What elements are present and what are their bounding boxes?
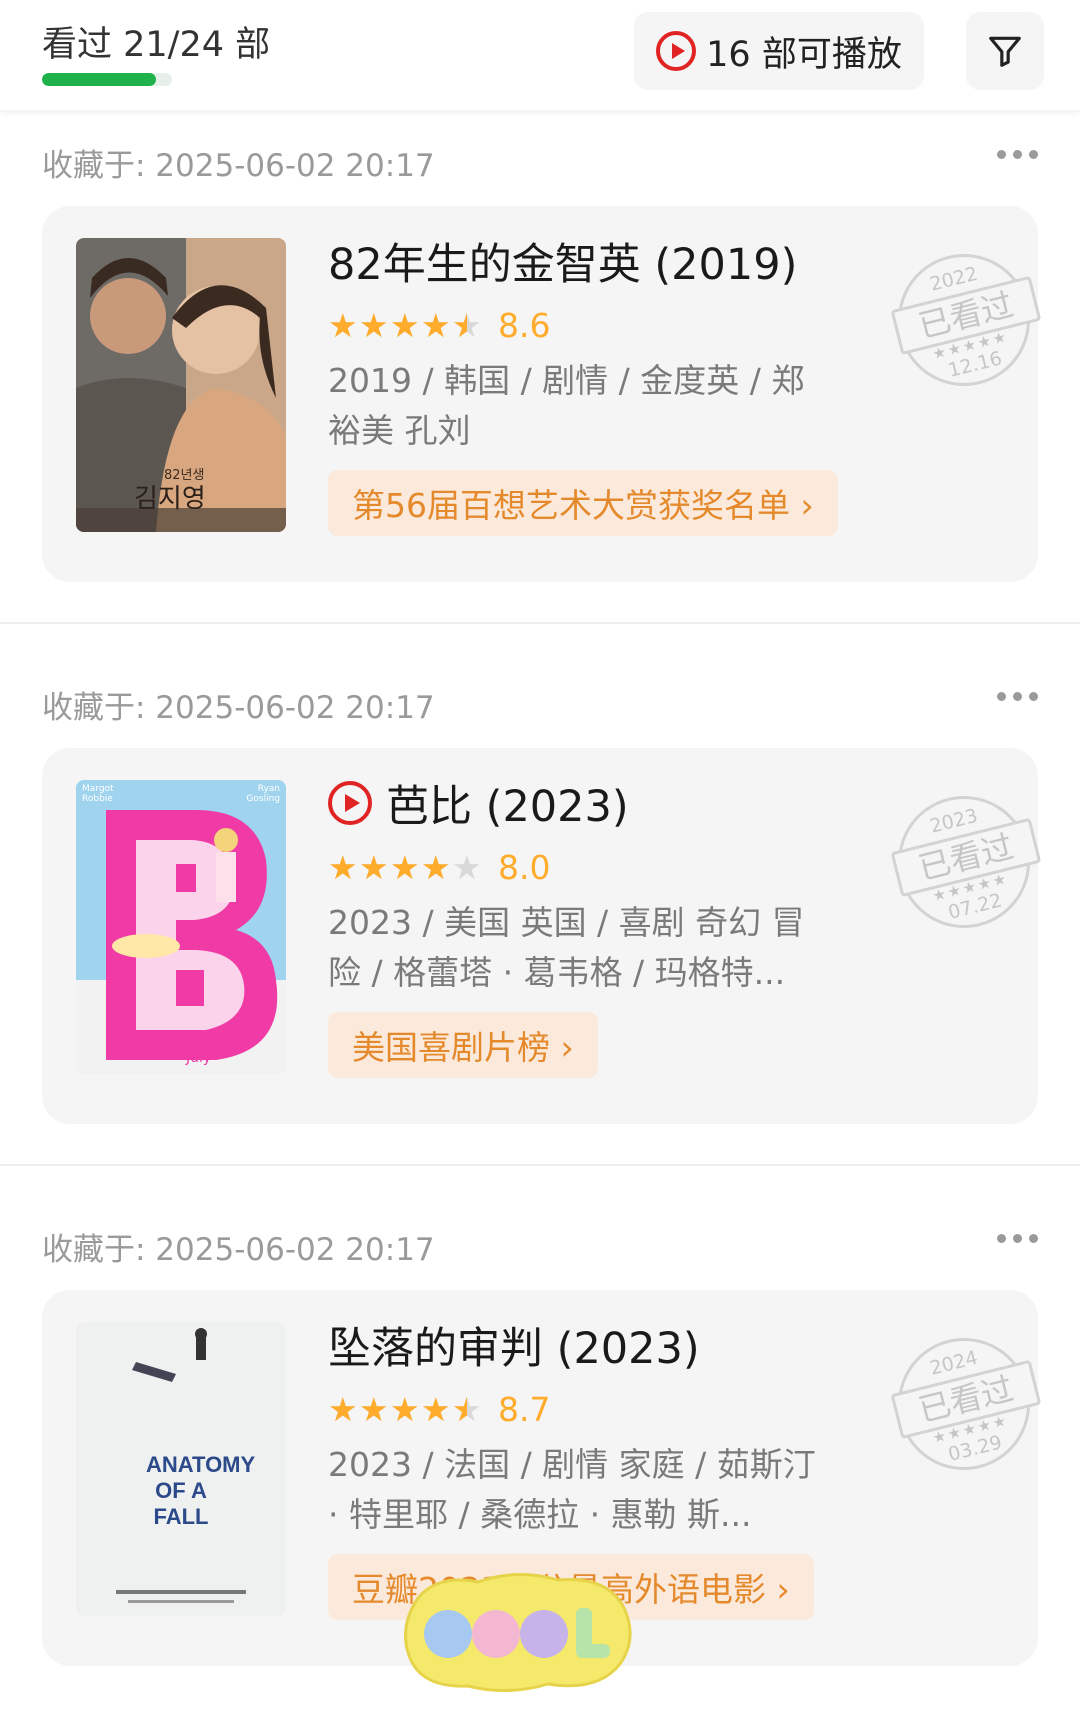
star-icon: ★★ — [421, 1390, 451, 1429]
star-icon: ★★ — [421, 306, 451, 345]
playable-filter-button[interactable]: 16 部可播放 — [634, 12, 924, 90]
star-icon: ★★ — [390, 1390, 420, 1429]
star-icon: ★★ — [452, 306, 482, 345]
movie-poster[interactable]: 82년생 김지영 — [76, 238, 286, 532]
star-icon: ★★ — [452, 1390, 482, 1429]
movie-card[interactable]: Margot Robbie Ryan Gosling July 芭比 (2023… — [42, 748, 1045, 1124]
star-icon: ★★ — [390, 848, 420, 887]
star-icon: ★★ — [359, 848, 389, 887]
movie-title-text: 82年生的金智英 (2019) — [328, 240, 798, 290]
more-options-icon[interactable] — [997, 1234, 1038, 1243]
movie-title[interactable]: 82年生的金智英 (2019) — [328, 230, 797, 292]
movie-title[interactable]: 坠落的审判 (2023) — [328, 1314, 700, 1376]
playable-count-label: 16 部可播放 — [706, 34, 902, 75]
movie-entry: 收藏于: 2025-06-02 20:17 Margot Robbie Ryan… — [0, 652, 1080, 1212]
rating-score: 8.6 — [498, 306, 551, 345]
movie-info: 2023 / 法国 / 剧情 家庭 / 茹斯汀 · 特里耶 / 桑德拉 · 惠勒… — [328, 1445, 816, 1534]
watched-stamp: 2023 已看过 ★★★★★ 07.22 — [883, 781, 1045, 943]
list-tag-button[interactable]: 第56届百想艺术大赏获奖名单 › — [328, 470, 838, 536]
rating-score: 8.7 — [498, 1390, 551, 1429]
rating: ★★★★★★★★★★ 8.0 — [328, 848, 550, 887]
movie-title-text: 芭比 (2023) — [386, 782, 629, 832]
list-tag-button[interactable]: 美国喜剧片榜 › — [328, 1012, 598, 1078]
star-rating: ★★★★★★★★★★ — [328, 309, 482, 342]
divider — [0, 1164, 1080, 1166]
star-icon: ★★ — [421, 848, 451, 887]
poster-title: ANATOMY OF A FALL — [146, 1452, 256, 1529]
play-icon — [656, 31, 697, 71]
watched-stamp: 2022 已看过 ★★★★★ 12.16 — [883, 239, 1045, 401]
watch-count: 看过 21/24 部 — [42, 25, 271, 65]
poster-credit-right: Ryan Gosling — [246, 784, 280, 804]
star-icon: ★★ — [328, 306, 358, 345]
rating: ★ ★ ★ ★ ★ ★ ★ ★ ★ ★ 8.6 — [328, 306, 550, 345]
movie-entry: 收藏于: 2025-06-02 20:17 82년생 김지영 82年生的金智英 … — [0, 110, 1080, 670]
movie-info: 2023 / 美国 英国 / 喜剧 奇幻 冒险 / 格蕾塔 · 葛韦格 / 玛格… — [328, 903, 805, 992]
star-rating: ★★★★★★★★★★ — [328, 851, 482, 884]
poster-credit-left: Margot Robbie — [82, 784, 114, 804]
star-icon: ★★ — [390, 306, 420, 345]
filter-button[interactable] — [966, 12, 1044, 90]
movie-card[interactable]: 82년생 김지영 82年生的金智英 (2019) ★ ★ ★ ★ ★ ★ ★ ★ ★ ★ 8.6 … — [42, 206, 1045, 582]
watch-progress-bar — [42, 73, 172, 86]
divider — [0, 622, 1080, 624]
top-header: 看过 21/24 部 16 部可播放 — [0, 0, 1080, 110]
collected-time: 收藏于: 2025-06-02 20:17 — [42, 690, 435, 726]
poster-release: July — [186, 1050, 212, 1066]
rating: ★ ★ ★ ★ ★ ★ ★ ★ ★ ★ 8.7 — [328, 1390, 550, 1429]
more-options-icon[interactable] — [997, 150, 1038, 159]
watch-progress-fill — [42, 73, 156, 86]
star-icon: ★★ — [359, 306, 389, 345]
play-icon[interactable] — [328, 781, 372, 825]
star-icon: ★★ — [359, 1390, 389, 1429]
movie-poster[interactable]: Margot Robbie Ryan Gosling July — [76, 780, 286, 1074]
movie-title-text: 坠落的审判 (2023) — [328, 1324, 700, 1374]
star-icon: ★★ — [328, 848, 358, 887]
watched-stamp: 2024 已看过 ★★★★★ 03.29 — [883, 1323, 1045, 1485]
star-rating: ★★★★★★★★★★ — [328, 1393, 482, 1426]
movie-poster[interactable]: ANATOMY OF A FALL — [76, 1322, 286, 1616]
rating-score: 8.0 — [498, 848, 551, 887]
poster-korean-title: 김지영 — [134, 484, 206, 514]
movie-title[interactable]: 芭比 (2023) — [328, 772, 629, 834]
movie-info: 2019 / 韩国 / 剧情 / 金度英 / 郑裕美 孔刘 — [328, 361, 805, 450]
star-icon: ★★ — [328, 1390, 358, 1429]
collected-time: 收藏于: 2025-06-02 20:17 — [42, 1232, 435, 1268]
filter-icon — [989, 36, 1021, 67]
star-icon: ★★ — [452, 848, 482, 887]
more-options-icon[interactable] — [997, 692, 1038, 701]
cool-sticker — [398, 1568, 638, 1696]
collected-time: 收藏于: 2025-06-02 20:17 — [42, 148, 435, 184]
